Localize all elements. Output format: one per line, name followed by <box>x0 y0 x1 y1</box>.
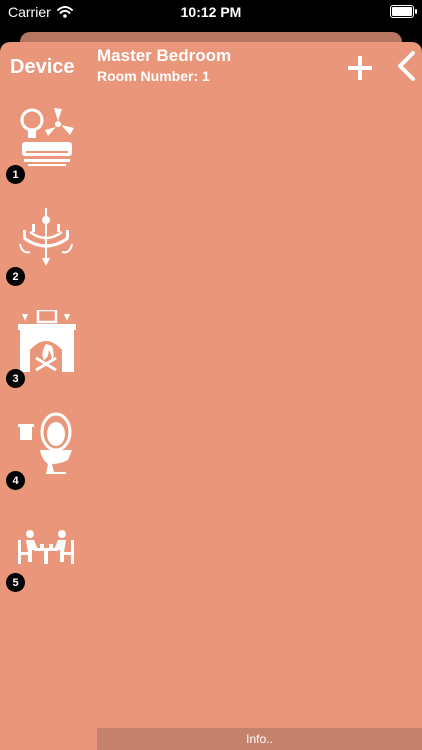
room-title: Master Bedroom <box>97 46 232 65</box>
device-number-badge: 2 <box>6 267 25 286</box>
toilet-icon <box>18 412 72 474</box>
plus-icon <box>348 56 372 80</box>
device-item-1[interactable]: 1 <box>6 106 78 184</box>
device-heading: Device <box>10 56 75 78</box>
light-fan-ac-icon <box>20 108 74 166</box>
info-button[interactable]: Info.. <box>97 728 422 750</box>
status-bar: Carrier 10:12 PM <box>0 0 422 24</box>
status-time: 10:12 PM <box>180 4 242 20</box>
add-device-button[interactable] <box>346 54 374 82</box>
device-item-4[interactable]: 4 <box>6 412 78 490</box>
chevron-left-icon <box>398 51 415 81</box>
dining-table-icon <box>18 530 74 564</box>
battery-icon <box>390 5 417 18</box>
info-label: Info.. <box>246 732 273 746</box>
back-button[interactable] <box>395 50 417 82</box>
device-item-3[interactable]: 3 <box>6 310 78 388</box>
device-number-badge: 4 <box>6 471 25 490</box>
device-number-badge: 3 <box>6 369 25 388</box>
chandelier-icon <box>19 208 73 266</box>
fireplace-icon <box>18 310 76 372</box>
room-number: Room Number: 1 <box>97 68 210 84</box>
device-number-badge: 1 <box>6 165 25 184</box>
device-item-2[interactable]: 2 <box>6 208 78 286</box>
device-item-5[interactable]: 5 <box>6 514 78 592</box>
device-number-badge: 5 <box>6 573 25 592</box>
device-sheet: Device Master Bedroom Room Number: 1 1 2… <box>0 42 422 750</box>
